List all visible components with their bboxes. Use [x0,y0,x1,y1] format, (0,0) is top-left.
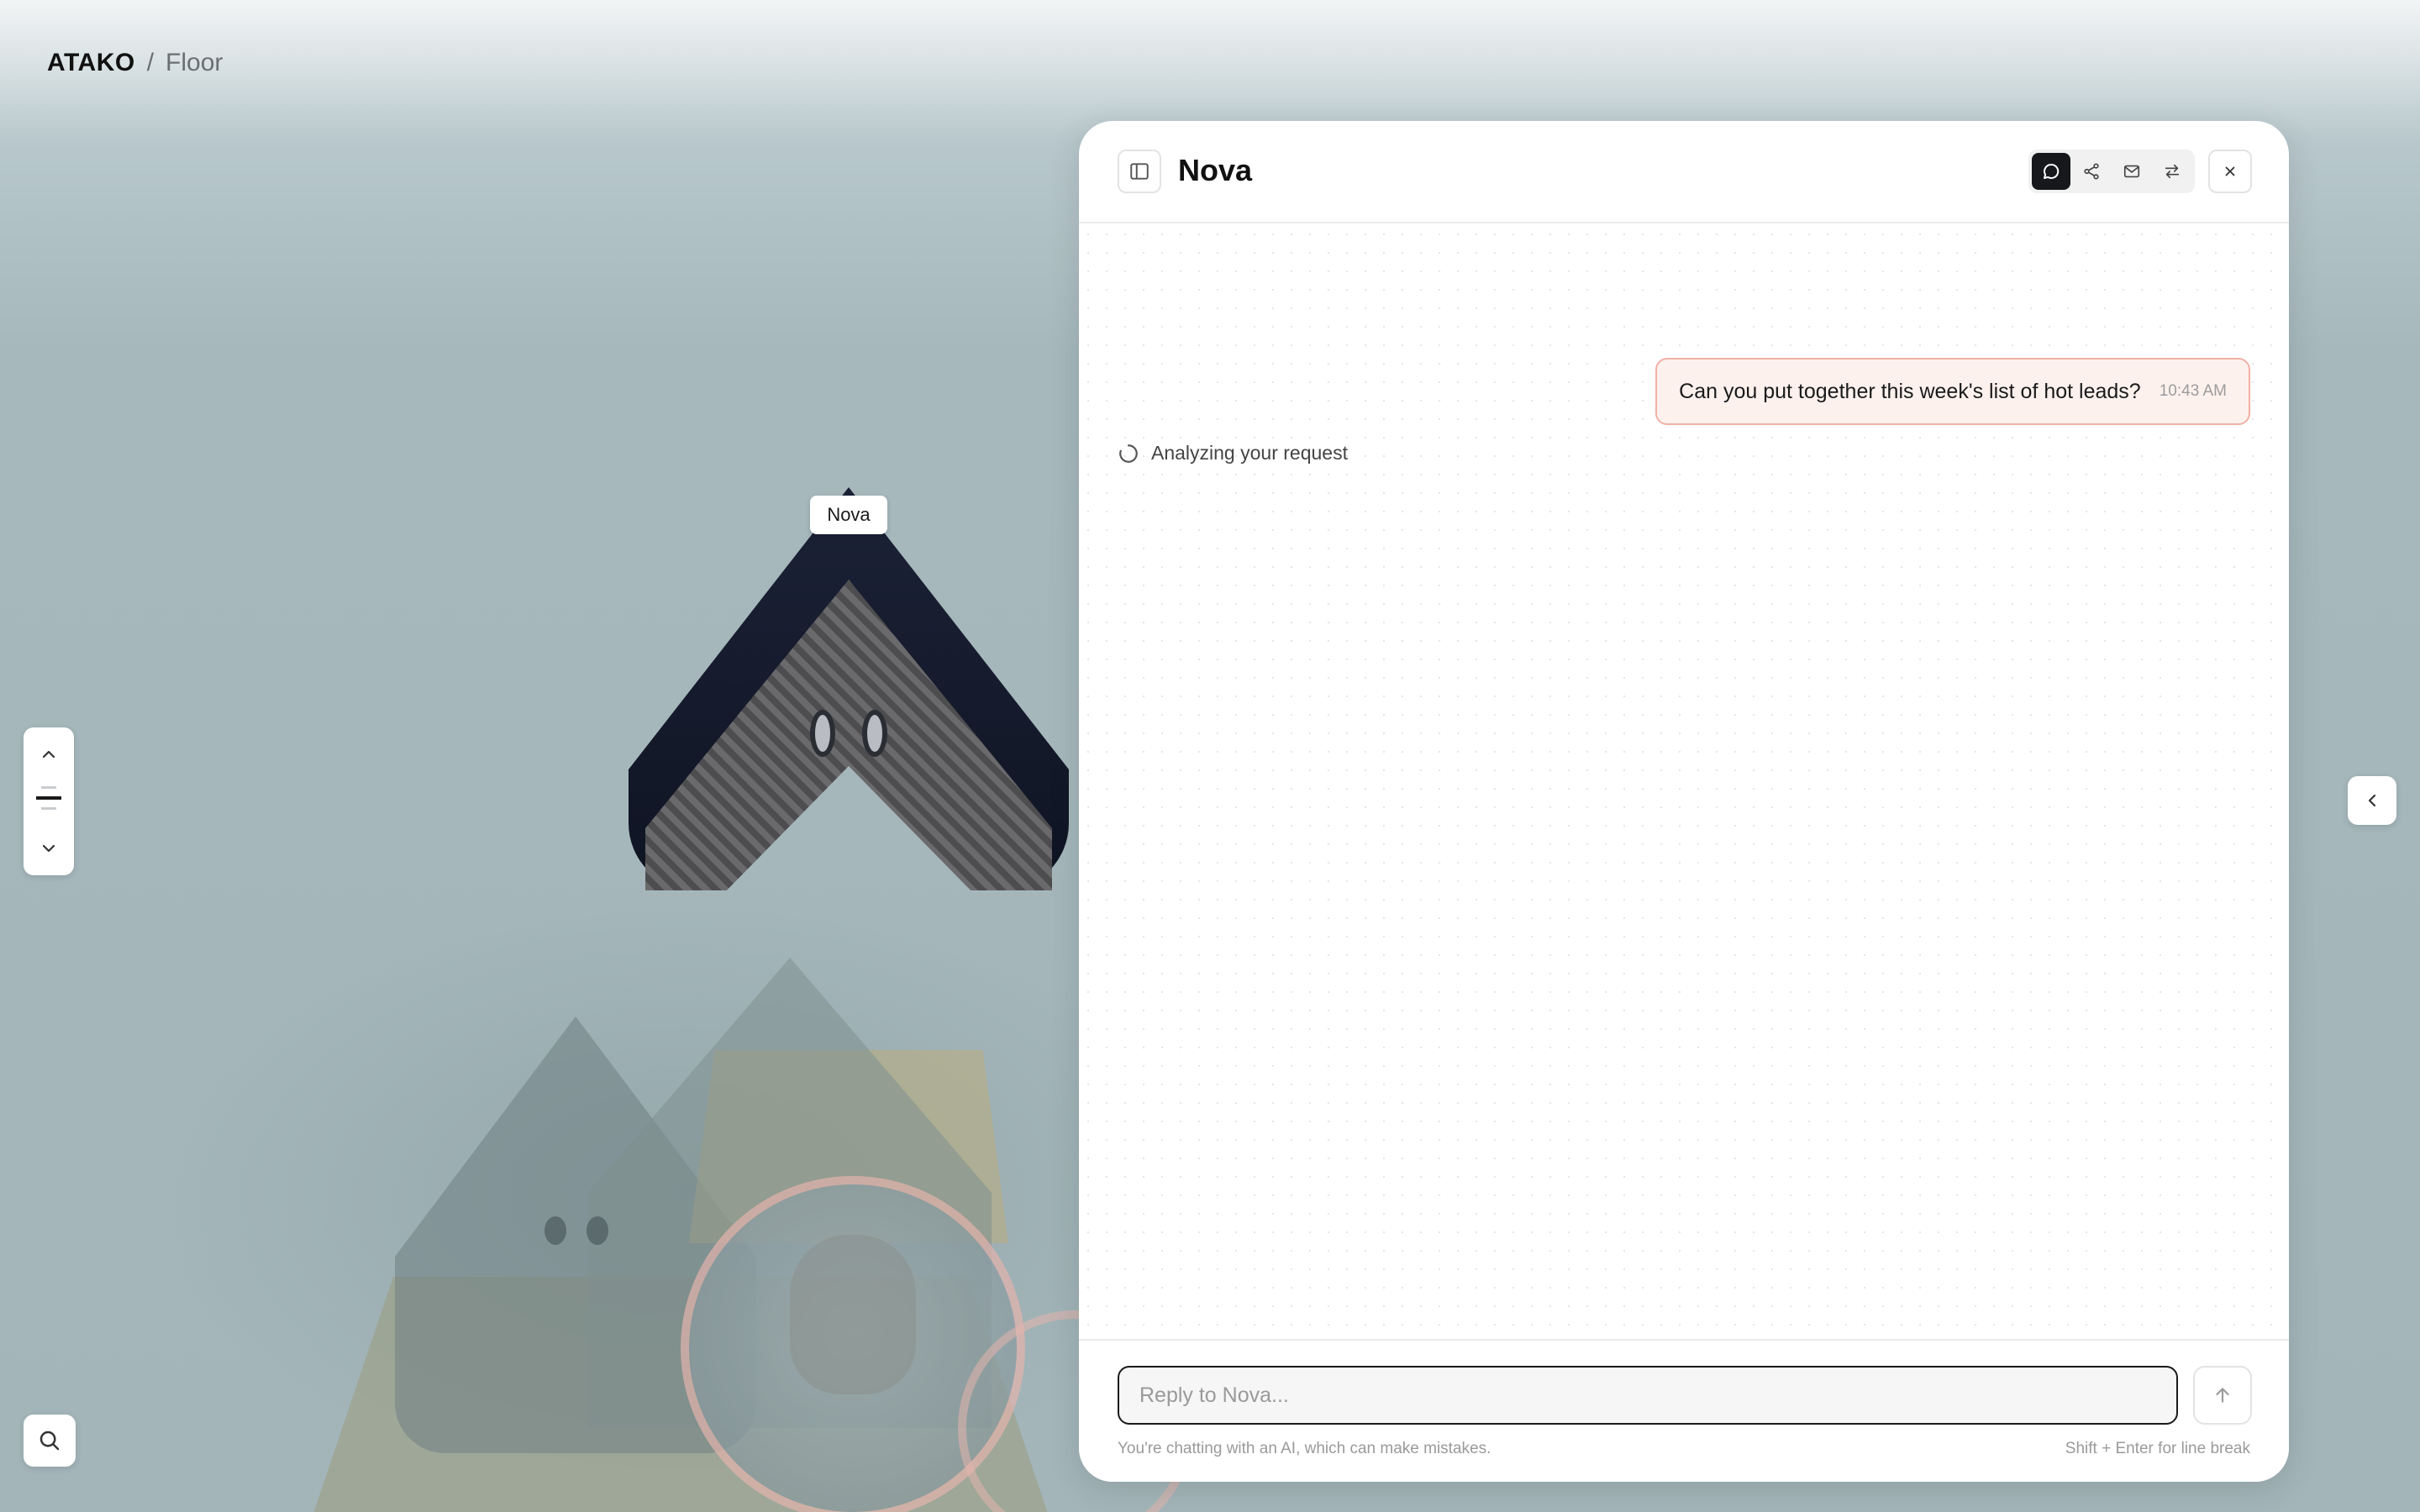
chat-message-area[interactable]: Can you put together this week's list of… [1079,225,2289,1458]
sidebar-icon [1130,163,1149,180]
ai-disclaimer: You're chatting with an AI, which can ma… [1118,1440,1491,1457]
message-timestamp: 10:43 AM [2159,382,2227,400]
scroll-up-button[interactable] [24,738,74,771]
nova-robot-model[interactable] [629,487,1069,890]
status-text: Analyzing your request [1151,442,1348,464]
scroll-down-button[interactable] [24,832,74,865]
search-icon [39,1431,60,1451]
chat-bubble-icon [2044,163,2060,179]
mode-share-button[interactable] [2072,153,2111,190]
background-avatar-face [790,1235,916,1394]
chat-header: Nova [1079,121,2289,223]
robot-eye [810,710,835,757]
background-robot-eye [587,1216,608,1245]
floor-scroll-control [24,727,74,875]
breadcrumb-separator: / [146,49,155,76]
mode-chat-button[interactable] [2032,153,2070,190]
arrow-up-icon [2216,1388,2229,1403]
send-button[interactable] [2193,1366,2252,1425]
chat-panel: Nova Can you put together this week's li… [1079,121,2289,1482]
chevron-left-icon [2368,794,2376,807]
loading-spinner-icon [1119,444,1138,463]
chat-mode-switcher [2028,150,2195,193]
mode-transfer-button[interactable] [2153,153,2191,190]
sidebar-toggle-button[interactable] [1118,150,1161,193]
close-panel-button[interactable] [2208,150,2252,193]
search-button[interactable] [24,1415,76,1467]
breadcrumb-root[interactable]: ATAKO [47,49,135,77]
scroll-tick-active [36,796,61,800]
breadcrumb-current-page: Floor [166,49,224,76]
breadcrumb: ATAKO / Floor [47,49,223,77]
robot-name-tag: Nova [810,496,887,534]
robot-eye [862,710,887,757]
scroll-tick [41,786,56,789]
swap-arrows-icon [2165,164,2180,179]
background-robot-eye [544,1216,566,1245]
message-text: Can you put together this week's list of… [1679,379,2141,403]
mail-icon [2123,165,2140,178]
assistant-status: Analyzing your request [1118,442,1348,465]
line-break-hint: Shift + Enter for line break [2065,1440,2250,1457]
reply-input[interactable] [1118,1366,2178,1425]
user-message-bubble: Can you put together this week's list of… [1655,358,2250,425]
expand-panel-button[interactable] [2348,776,2396,825]
scroll-tick [41,807,56,810]
chat-title: Nova [1178,153,1253,187]
chevron-down-icon [42,844,55,853]
chevron-up-icon [42,750,55,759]
scroll-level-indicator[interactable] [36,786,61,817]
mode-mail-button[interactable] [2112,153,2151,190]
close-icon [2225,166,2235,176]
message-composer: You're chatting with an AI, which can ma… [1079,1339,2289,1482]
share-icon [2084,163,2099,180]
